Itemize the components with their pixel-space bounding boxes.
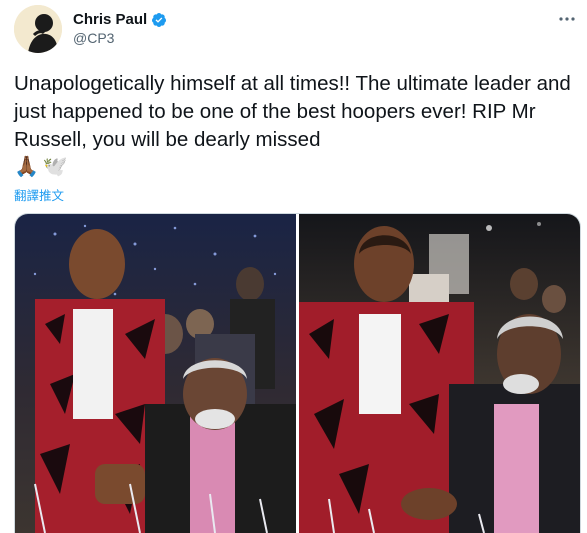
emoji-row: 🙏🏾 🕊️ [14,154,68,180]
photo-2[interactable] [299,214,580,533]
translate-tweet-link[interactable]: 翻譯推文 [14,185,64,204]
more-options-icon[interactable] [557,11,577,27]
verified-badge-icon [151,12,167,28]
author-avatar[interactable] [14,5,62,53]
media-grid [14,213,581,533]
folded-hands-emoji: 🙏🏾 [14,156,39,178]
author-name[interactable]: Chris Paul [73,11,147,28]
author-handle[interactable]: @CP3 [73,30,114,46]
photo-1[interactable] [15,214,296,533]
photo-1-image [15,214,296,533]
avatar-silhouette-icon [14,5,62,53]
author-name-row: Chris Paul [73,11,167,28]
dove-emoji: 🕊️ [42,156,68,178]
tweet-text: Unapologetically himself at all times!! … [14,72,571,151]
photo-2-image [299,214,580,533]
tweet-header: Chris Paul @CP3 [14,5,579,55]
